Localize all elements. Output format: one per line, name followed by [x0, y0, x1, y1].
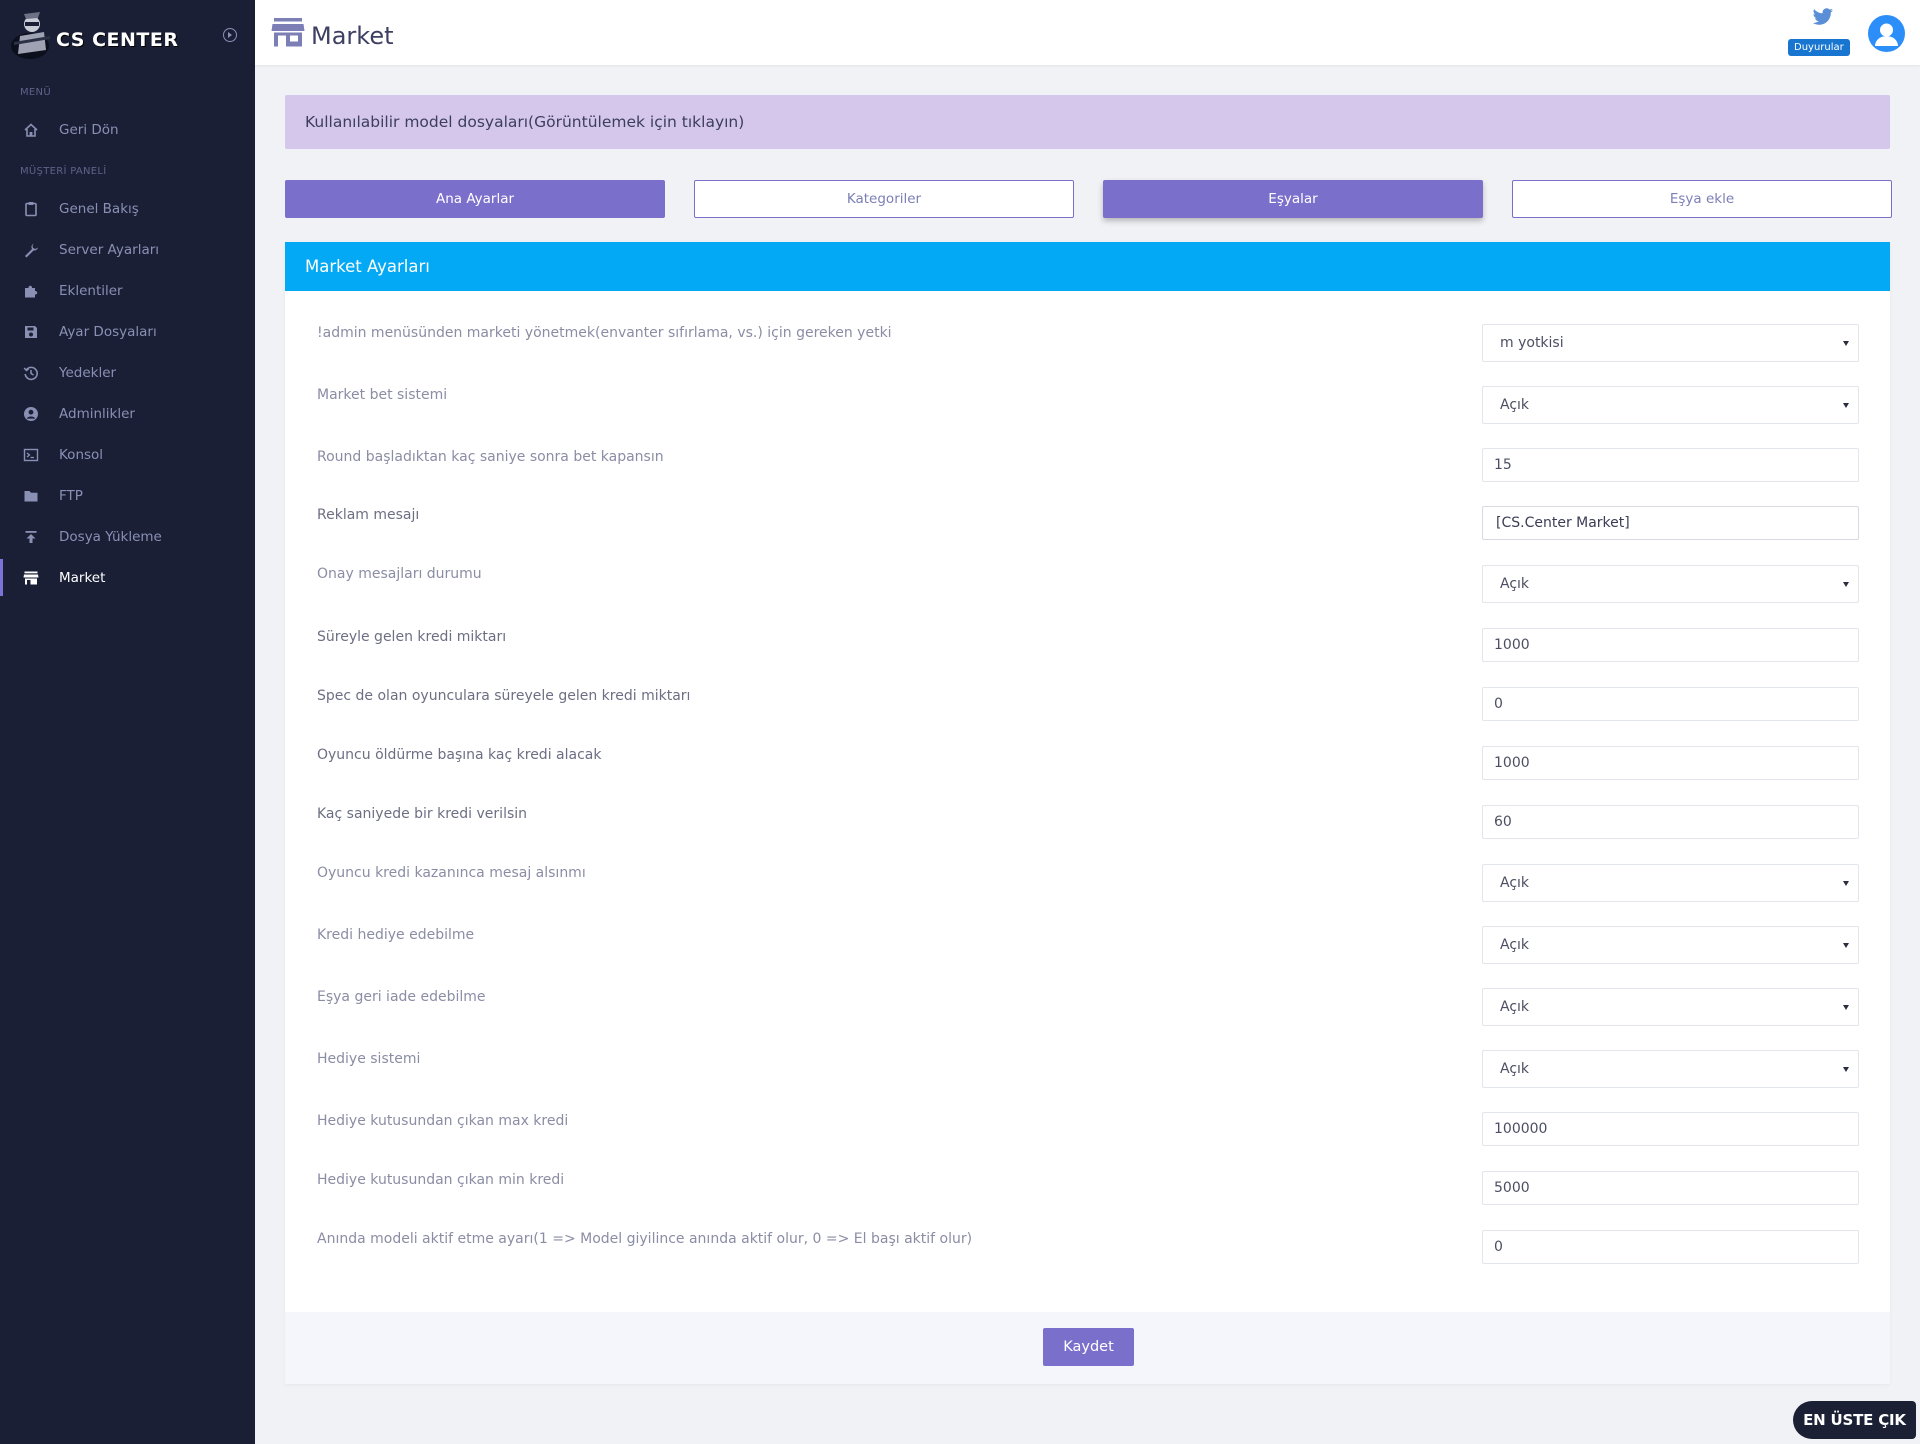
sidebar-item-label: Genel Bakış [59, 200, 139, 217]
section-label-menu: MENÜ [20, 87, 51, 98]
sidebar-item-label: Dosya Yükleme [59, 528, 162, 545]
confirm-messages-select[interactable]: Açık [1482, 565, 1859, 603]
gift-max-credit-input[interactable]: 100000 [1482, 1112, 1859, 1146]
setting-label: Eşya geri iade edebilme [317, 989, 486, 1005]
bet-close-seconds-input[interactable]: 15 [1482, 448, 1859, 482]
sidebar-item-adminlikler[interactable]: Adminlikler [0, 393, 255, 434]
setting-label: Market bet sistemi [317, 387, 448, 403]
item-refund-select[interactable]: Açık [1482, 988, 1859, 1026]
sidebar: CS CENTER MENÜ Geri Dön MÜŞTERİ PANELİ G… [0, 0, 255, 1444]
folder-icon [22, 487, 40, 505]
scroll-to-top-button[interactable]: EN ÜSTE ÇIK [1793, 1401, 1916, 1439]
upload-icon [22, 528, 40, 546]
setting-label: !admin menüsünden marketi yönetmek(envan… [317, 325, 892, 341]
setting-label: Süreyle gelen kredi miktarı [317, 629, 507, 645]
sidebar-toggle-icon[interactable] [223, 28, 237, 42]
store-icon [271, 18, 305, 47]
tab-esya-ekle[interactable]: Eşya ekle [1512, 180, 1892, 218]
setting-label: Spec de olan oyunculara süreyele gelen k… [317, 688, 691, 704]
card-footer: Kaydet [285, 1312, 1890, 1384]
setting-label: Kaç saniyede bir kredi verilsin [317, 806, 528, 822]
setting-label: Anında modeli aktif etme ayarı(1 => Mode… [317, 1231, 973, 1247]
user-avatar-icon [1875, 23, 1898, 46]
market-settings-card: Market Ayarları !admin menüsünden market… [285, 242, 1890, 1384]
sidebar-item-label: Market [59, 569, 106, 586]
tab-ana-ayarlar[interactable]: Ana Ayarlar [285, 180, 665, 218]
store-icon [22, 569, 40, 587]
soldier-logo-icon [11, 12, 50, 59]
twitter-icon[interactable] [1812, 8, 1834, 30]
bet-system-select[interactable]: Açık [1482, 386, 1859, 424]
sidebar-item-ftp[interactable]: FTP [0, 475, 255, 516]
sidebar-item-konsol[interactable]: Konsol [0, 434, 255, 475]
card-title: Market Ayarları [285, 242, 1890, 291]
top-header: Market Duyurular [255, 0, 1920, 65]
sidebar-item-eklentiler[interactable]: Eklentiler [0, 270, 255, 311]
setting-label: Round başladıktan kaç saniye sonra bet k… [317, 449, 664, 465]
setting-label: Hediye sistemi [317, 1051, 421, 1067]
sidebar-item-label: Eklentiler [59, 282, 123, 299]
setting-label: Kredi hediye edebilme [317, 927, 475, 943]
sidebar-item-market[interactable]: Market [0, 557, 255, 598]
user-avatar[interactable] [1868, 15, 1905, 52]
save-icon [22, 323, 40, 341]
clipboard-icon [22, 200, 40, 218]
setting-label: Oyuncu öldürme başına kaç kredi alacak [317, 747, 602, 763]
sidebar-item-genel-bakis[interactable]: Genel Bakış [0, 188, 255, 229]
history-icon [22, 364, 40, 382]
sidebar-item-server-ayarlari[interactable]: Server Ayarları [0, 229, 255, 270]
spec-credit-input[interactable]: 0 [1482, 687, 1859, 721]
timed-credit-input[interactable]: 1000 [1482, 628, 1859, 662]
sidebar-item-dosya-yukleme[interactable]: Dosya Yükleme [0, 516, 255, 557]
credit-interval-input[interactable]: 60 [1482, 805, 1859, 839]
sidebar-item-label: Server Ayarları [59, 241, 160, 258]
tab-esyalar[interactable]: Eşyalar [1103, 180, 1483, 218]
save-button[interactable]: Kaydet [1043, 1328, 1134, 1366]
credit-message-select[interactable]: Açık [1482, 864, 1859, 902]
page-title: Market [311, 22, 394, 50]
credit-gift-select[interactable]: Açık [1482, 926, 1859, 964]
brand-name: CS CENTER [56, 29, 179, 51]
sidebar-item-label: FTP [59, 487, 83, 504]
sidebar-item-label: Ayar Dosyaları [59, 323, 157, 340]
setting-label: Oyuncu kredi kazanınca mesaj alsınmı [317, 865, 586, 881]
gift-system-select[interactable]: Açık [1482, 1050, 1859, 1088]
user-circle-icon [22, 405, 40, 423]
sidebar-item-label: Geri Dön [59, 121, 119, 138]
admin-permission-select[interactable]: m yotkisi [1482, 324, 1859, 362]
brand[interactable]: CS CENTER [0, 0, 255, 66]
tab-kategoriler[interactable]: Kategoriler [694, 180, 1074, 218]
puzzle-icon [22, 282, 40, 300]
sidebar-item-label: Yedekler [59, 364, 117, 381]
sidebar-item-ayar-dosyalari[interactable]: Ayar Dosyaları [0, 311, 255, 352]
setting-label: Hediye kutusundan çıkan min kredi [317, 1172, 565, 1188]
sidebar-item-label: Adminlikler [59, 405, 135, 422]
sidebar-item-label: Konsol [59, 446, 104, 463]
model-files-alert[interactable]: Kullanılabilir model dosyaları(Görüntüle… [285, 95, 1890, 149]
instant-model-input[interactable]: 0 [1482, 1230, 1859, 1264]
kill-credit-input[interactable]: 1000 [1482, 746, 1859, 780]
announcements-badge[interactable]: Duyurular [1788, 39, 1850, 56]
terminal-icon [22, 446, 40, 464]
setting-label: Reklam mesajı [317, 507, 420, 523]
section-label-customer: MÜŞTERİ PANELİ [20, 166, 107, 177]
home-icon [22, 121, 40, 139]
wrench-icon [22, 241, 40, 259]
sidebar-item-yedekler[interactable]: Yedekler [0, 352, 255, 393]
setting-label: Onay mesajları durumu [317, 566, 482, 582]
setting-label: Hediye kutusundan çıkan max kredi [317, 1113, 569, 1129]
ad-message-input[interactable]: [CS.Center Market] [1482, 506, 1859, 540]
sidebar-item-geri-don[interactable]: Geri Dön [0, 109, 255, 150]
gift-min-credit-input[interactable]: 5000 [1482, 1171, 1859, 1205]
page-title-area: Market [271, 16, 394, 50]
